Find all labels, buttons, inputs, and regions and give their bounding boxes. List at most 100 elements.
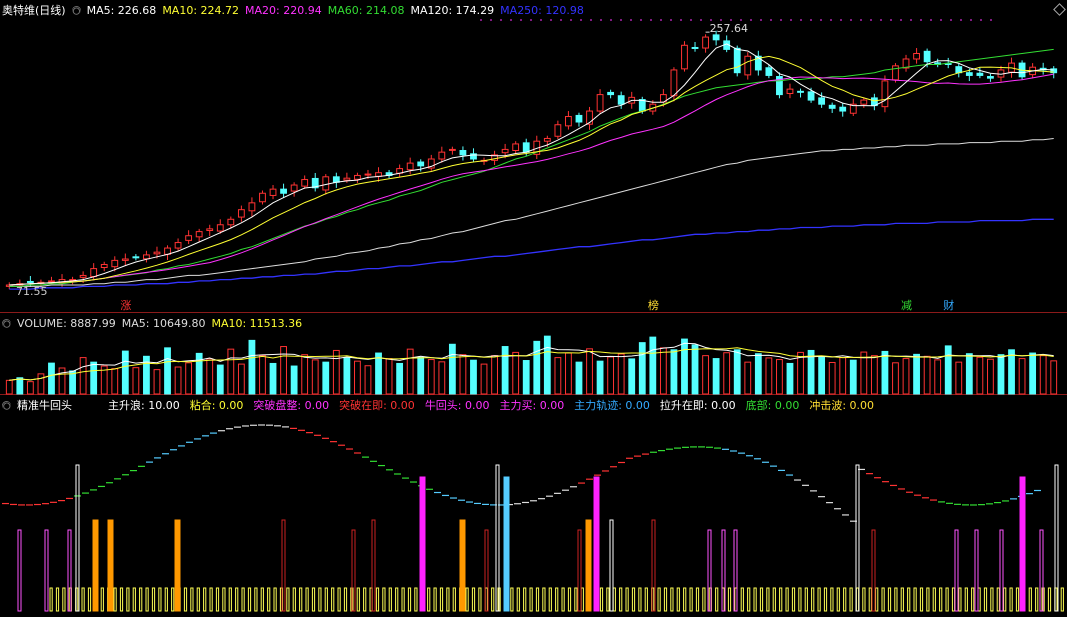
volume-pane[interactable]: ◉ VOLUME: 8887.99 MA5: 10649.80 MA10: 1151…	[0, 313, 1067, 395]
volume-bar	[459, 354, 467, 395]
volume-bar	[712, 358, 720, 395]
comb-bar	[945, 587, 949, 612]
volume-bar	[79, 357, 87, 395]
comb-bar	[983, 587, 988, 612]
comb-bar	[779, 587, 783, 612]
signal-bar	[371, 519, 376, 612]
comb-bar	[548, 587, 552, 612]
comb-bar	[145, 587, 149, 612]
candle-body	[522, 142, 530, 153]
event-label[interactable]: 涨	[119, 297, 132, 313]
candle-body	[206, 228, 214, 232]
comb-bar	[203, 587, 207, 612]
comb-bar	[407, 587, 412, 612]
volume-bar	[322, 361, 330, 395]
candle-body	[195, 231, 203, 238]
comb-bar	[164, 587, 168, 612]
comb-bar	[241, 587, 245, 612]
indicator-header: ◉ 精准牛回头 主升浪: 10.00 粘合: 0.00 突破盘整: 0.00 突破在即…	[2, 397, 884, 413]
volume-bar	[575, 361, 583, 395]
settings-icon[interactable]: ◉	[71, 5, 81, 16]
volume-header: ◉ VOLUME: 8887.99 MA5: 10649.80 MA10: 1151…	[2, 315, 308, 331]
signal-bar	[503, 476, 510, 612]
signal-bar	[419, 476, 426, 612]
candle-body	[259, 192, 266, 203]
signal-bar	[107, 519, 114, 612]
event-label[interactable]: 减	[900, 297, 913, 313]
volume-bar	[438, 361, 446, 395]
volume-bar	[311, 359, 319, 395]
volume-bar	[786, 362, 794, 395]
event-label[interactable]: 榜	[647, 297, 660, 313]
comb-bar	[228, 587, 232, 612]
indicator-ma20: MA20: 220.94	[245, 3, 322, 17]
comb-bar	[612, 587, 616, 612]
event-label[interactable]: 财	[942, 297, 955, 313]
comb-bar	[791, 587, 796, 612]
comb-bar	[318, 587, 322, 612]
volume-bar	[111, 368, 119, 395]
comb-bar	[868, 587, 872, 612]
indicator-主力轨迹: 主力轨迹: 0.00	[574, 399, 650, 412]
comb-bar	[849, 587, 853, 612]
volume-bar	[121, 350, 129, 395]
volume-bar	[702, 355, 709, 395]
volume-bar	[522, 360, 530, 395]
signal-bar	[871, 529, 876, 612]
comb-bar	[363, 587, 367, 612]
comb-bar	[209, 587, 213, 612]
comb-bar	[535, 587, 540, 612]
volume-settings-icon[interactable]: ◉	[2, 318, 12, 329]
candle-body	[111, 259, 119, 268]
candle-body	[976, 72, 984, 76]
volume-bar	[913, 353, 920, 395]
candle-body	[216, 224, 224, 232]
comb-bar	[907, 587, 911, 612]
indicator-突破盘整: 突破盘整: 0.00	[253, 399, 330, 412]
price-header: 奥特维(日线) ◉ MA5: 226.68 MA10: 224.72 MA20: 2…	[2, 2, 590, 18]
indicator-chart[interactable]	[0, 395, 1067, 617]
comb-bar	[875, 587, 879, 612]
volume-bar	[269, 362, 277, 395]
volume-bar	[944, 345, 952, 395]
comb-bar	[235, 587, 239, 612]
candle-body	[185, 235, 193, 241]
volume-bar	[512, 351, 520, 395]
volume-bar	[860, 351, 868, 395]
candle-body	[417, 161, 425, 167]
indicator-pane[interactable]: ◉ 精准牛回头 主升浪: 10.00 粘合: 0.00 突破盘整: 0.00 突破在即…	[0, 395, 1067, 617]
comb-bar	[260, 587, 264, 612]
volume-bar	[659, 347, 667, 395]
candle-body	[807, 91, 815, 101]
comb-bar	[625, 587, 629, 612]
comb-bar	[836, 587, 840, 612]
volume-bar	[628, 358, 636, 395]
comb-bar	[683, 587, 687, 612]
volume-bar	[396, 362, 404, 395]
comb-bar	[567, 587, 572, 612]
comb-bar	[990, 587, 994, 612]
signal-bar	[484, 529, 489, 612]
price-chart[interactable]	[0, 0, 1067, 313]
indicator-settings-icon[interactable]: ◉	[2, 400, 12, 411]
candle-body	[670, 69, 678, 97]
candle-body	[343, 177, 351, 181]
volume-bar	[364, 365, 372, 395]
signal-bar	[585, 519, 592, 612]
comb-bar	[599, 587, 604, 612]
candle-body	[132, 256, 140, 259]
comb-bar	[119, 587, 124, 612]
comb-bar	[843, 587, 847, 612]
volume-bar	[987, 358, 994, 395]
comb-bar	[862, 587, 866, 612]
price-pane[interactable]: 奥特维(日线) ◉ MA5: 226.68 MA10: 224.72 MA20: 2…	[0, 0, 1067, 313]
comb-bar	[196, 587, 200, 612]
comb-bar	[382, 587, 386, 612]
comb-bar	[100, 587, 104, 612]
comb-bar	[913, 587, 917, 612]
volume-bar	[301, 354, 309, 395]
comb-bar	[811, 587, 815, 612]
candle-body	[554, 124, 562, 137]
comb-bar	[772, 587, 776, 612]
comb-bar	[881, 587, 885, 612]
